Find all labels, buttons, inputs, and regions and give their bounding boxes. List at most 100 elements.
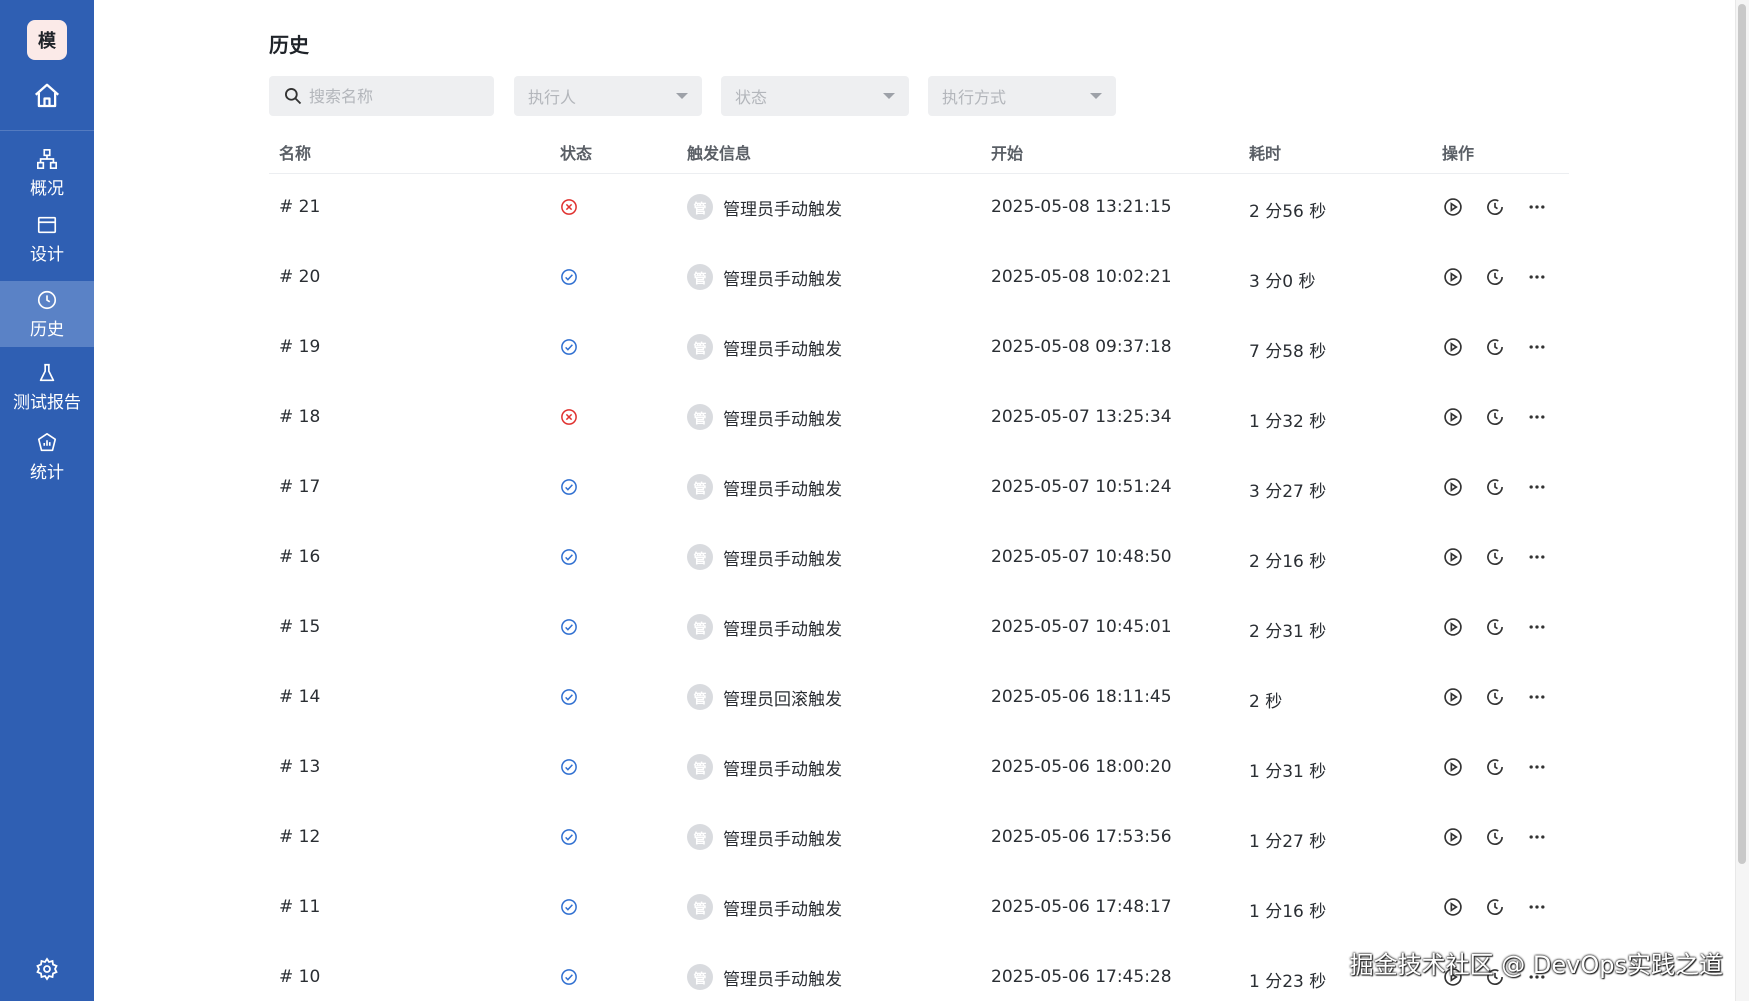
success-icon [561,479,577,495]
run-name[interactable]: # 11 [279,897,320,917]
more-button[interactable] [1526,336,1548,358]
trigger-info: 管 管理员手动触发 [687,824,842,850]
sidebar-item-statistics[interactable]: 统计 [0,424,94,490]
history-button[interactable] [1484,266,1506,288]
history-button[interactable] [1484,336,1506,358]
more-button[interactable] [1526,406,1548,428]
page-title: 历史 [269,33,309,57]
table-row[interactable]: # 14 管 管理员回滚触发 2025-05-06 18:11:45 2 秒 [269,664,1569,734]
history-icon [1487,269,1503,285]
run-name[interactable]: # 21 [279,197,320,217]
app-logo[interactable]: 模 [27,20,67,60]
history-button[interactable] [1484,756,1506,778]
history-button[interactable] [1484,406,1506,428]
scrollbar[interactable] [1735,0,1749,1001]
avatar: 管 [687,754,713,780]
mode-select[interactable]: 执行方式 [928,76,1116,116]
header-ops: 操作 [1442,144,1475,163]
start-time: 2025-05-08 13:21:15 [991,197,1172,217]
table-row[interactable]: # 17 管 管理员手动触发 2025-05-07 10:51:24 3 分27… [269,454,1569,524]
scrollbar-thumb[interactable] [1738,4,1746,864]
main-content: 历史 执行人 状态 执行方式 名称 状态 触发信息 开始 耗时 操作 # 21 [94,0,1749,1001]
sidebar-item-overview[interactable]: 概况 [0,140,94,206]
success-icon [561,899,577,915]
more-button[interactable] [1526,896,1548,918]
duration: 1 分31 秒 [1249,762,1327,782]
run-button[interactable] [1442,686,1464,708]
run-button[interactable] [1442,826,1464,848]
home-button[interactable] [27,76,67,116]
table-row[interactable]: # 13 管 管理员手动触发 2025-05-06 18:00:20 1 分31… [269,734,1569,804]
run-name[interactable]: # 15 [279,617,320,637]
run-button[interactable] [1442,616,1464,638]
status-badge [560,968,578,991]
start-time: 2025-05-06 17:53:56 [991,827,1172,847]
table-row[interactable]: # 12 管 管理员手动触发 2025-05-06 17:53:56 1 分27… [269,804,1569,874]
history-button[interactable] [1484,616,1506,638]
run-name[interactable]: # 12 [279,827,320,847]
search-box[interactable] [269,76,494,116]
run-button[interactable] [1442,476,1464,498]
sidebar-item-test-report[interactable]: 测试报告 [0,354,94,420]
table-row[interactable]: # 21 管 管理员手动触发 2025-05-08 13:21:15 2 分56… [269,174,1569,244]
run-button[interactable] [1442,196,1464,218]
run-name[interactable]: # 13 [279,757,320,777]
more-button[interactable] [1526,826,1548,848]
settings-button[interactable] [32,954,62,984]
trigger-text: 管理员手动触发 [723,199,842,220]
more-button[interactable] [1526,546,1548,568]
status-badge [560,898,578,921]
table-row[interactable]: # 19 管 管理员手动触发 2025-05-08 09:37:18 7 分58… [269,314,1569,384]
trigger-text: 管理员手动触发 [723,479,842,500]
table-row[interactable]: # 18 管 管理员手动触发 2025-05-07 13:25:34 1 分32… [269,384,1569,454]
watermark: 掘金技术社区 @ DevOps实践之道 [1349,951,1723,979]
search-input[interactable] [309,86,489,106]
trigger-text: 管理员手动触发 [723,409,842,430]
history-button[interactable] [1484,686,1506,708]
table-row[interactable]: # 20 管 管理员手动触发 2025-05-08 10:02:21 3 分0 … [269,244,1569,314]
run-button[interactable] [1442,756,1464,778]
status-badge [560,618,578,641]
status-select[interactable]: 状态 [721,76,909,116]
run-name[interactable]: # 20 [279,267,320,287]
more-button[interactable] [1526,686,1548,708]
history-button[interactable] [1484,546,1506,568]
history-button[interactable] [1484,476,1506,498]
chart-badge-icon [37,432,57,451]
row-actions [1442,336,1548,358]
table-row[interactable]: # 15 管 管理员手动触发 2025-05-07 10:45:01 2 分31… [269,594,1569,664]
row-actions [1442,546,1548,568]
more-button[interactable] [1526,476,1548,498]
run-button[interactable] [1442,266,1464,288]
more-button[interactable] [1526,616,1548,638]
more-button[interactable] [1526,196,1548,218]
row-actions [1442,196,1548,218]
table-row[interactable]: # 16 管 管理员手动触发 2025-05-07 10:48:50 2 分16… [269,524,1569,594]
run-name[interactable]: # 10 [279,967,320,987]
run-name[interactable]: # 17 [279,477,320,497]
failed-icon [561,199,577,215]
more-icon [1529,205,1545,209]
run-button[interactable] [1442,406,1464,428]
sidebar-item-history[interactable]: 历史 [0,281,94,347]
run-button[interactable] [1442,896,1464,918]
history-button[interactable] [1484,196,1506,218]
trigger-text: 管理员手动触发 [723,339,842,360]
more-button[interactable] [1526,756,1548,778]
trigger-text: 管理员手动触发 [723,549,842,570]
run-button[interactable] [1442,336,1464,358]
table-row[interactable]: # 11 管 管理员手动触发 2025-05-06 17:48:17 1 分16… [269,874,1569,944]
sidebar-item-design[interactable]: 设计 [0,206,94,272]
run-name[interactable]: # 16 [279,547,320,567]
run-button[interactable] [1442,546,1464,568]
history-button[interactable] [1484,826,1506,848]
row-actions [1442,756,1548,778]
more-button[interactable] [1526,266,1548,288]
avatar: 管 [687,404,713,430]
run-name[interactable]: # 14 [279,687,320,707]
history-button[interactable] [1484,896,1506,918]
executor-select[interactable]: 执行人 [514,76,702,116]
run-name[interactable]: # 19 [279,337,320,357]
flask-icon [39,363,55,381]
run-name[interactable]: # 18 [279,407,320,427]
